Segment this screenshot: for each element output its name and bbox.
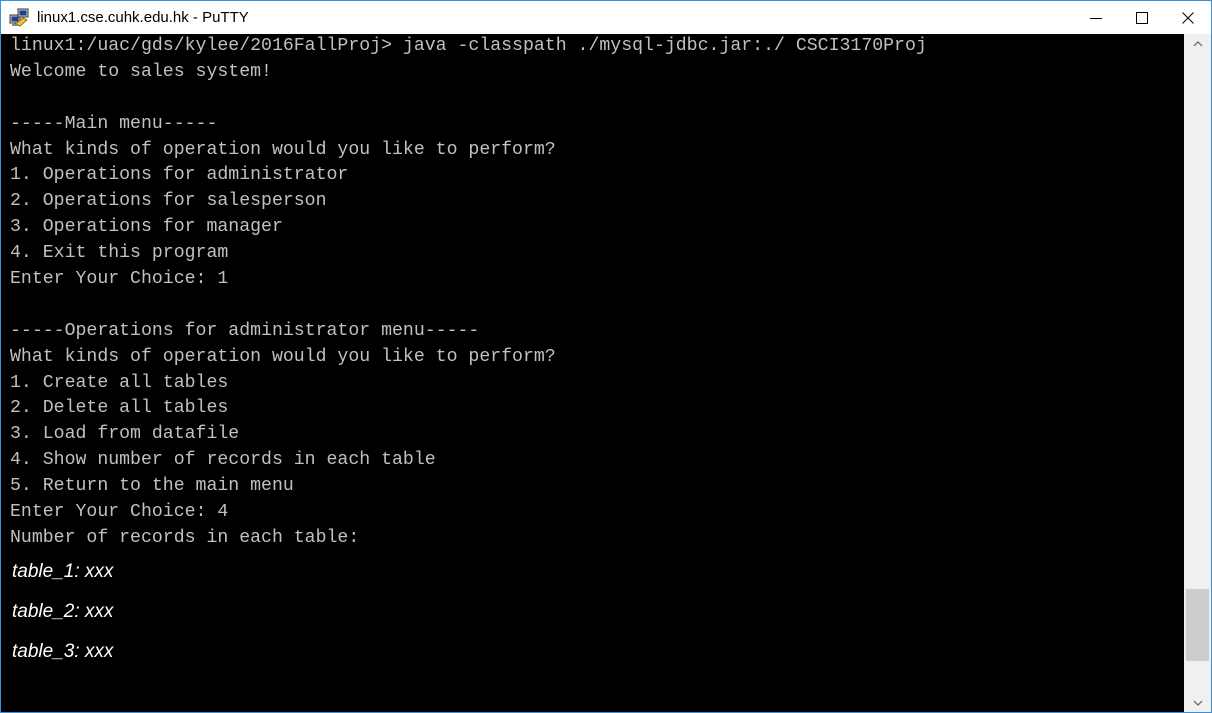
title-bar[interactable]: linux1.cse.cuhk.edu.hk - PuTTY (1, 1, 1211, 34)
terminal-line: 1. Create all tables (10, 372, 229, 393)
terminal-line: 2. Delete all tables (10, 398, 229, 419)
maximize-button[interactable] (1119, 1, 1165, 34)
terminal-line: -----Main menu----- (10, 113, 218, 134)
table-count-line: table_1: xxx (12, 560, 114, 582)
terminal-line: -----Operations for administrator menu--… (10, 320, 480, 341)
minimize-button[interactable] (1073, 1, 1119, 34)
scroll-down-arrow-icon (1193, 700, 1202, 706)
terminal-table-counts: table_1: xxx table_2: xxx table_3: xxx (1, 552, 1184, 672)
terminal-line: Enter Your Choice: 4 (10, 502, 229, 523)
terminal-line: 2. Operations for salesperson (10, 191, 327, 212)
putty-window: linux1.cse.cuhk.edu.hk - PuTTY linux1:/u… (0, 0, 1212, 713)
close-button[interactable] (1165, 1, 1211, 34)
terminal-line: 5. Return to the main menu (10, 476, 294, 497)
scroll-up-arrow-icon (1193, 41, 1202, 47)
terminal-line: 4. Exit this program (10, 243, 229, 264)
terminal-line: linux1:/uac/gds/kylee/2016FallProj> java… (10, 36, 927, 56)
maximize-icon (1136, 11, 1148, 24)
scroll-up-button[interactable] (1184, 34, 1211, 54)
terminal-line: Welcome to sales system! (10, 61, 272, 82)
terminal-line: What kinds of operation would you like t… (10, 346, 556, 367)
vertical-scrollbar[interactable] (1184, 34, 1211, 712)
putty-icon[interactable] (9, 8, 31, 28)
terminal-lines: linux1:/uac/gds/kylee/2016FallProj> java… (1, 34, 1184, 552)
terminal-line: 1. Operations for administrator (10, 165, 349, 186)
scroll-thumb[interactable] (1186, 589, 1209, 661)
terminal-line: 3. Operations for manager (10, 217, 283, 238)
minimize-icon (1090, 17, 1102, 19)
close-icon (1182, 11, 1194, 24)
terminal-output[interactable]: linux1:/uac/gds/kylee/2016FallProj> java… (1, 34, 1184, 712)
terminal-line: Number of records in each table: (10, 527, 360, 548)
table-count-line: table_2: xxx (12, 600, 114, 622)
scroll-down-button[interactable] (1184, 693, 1211, 712)
terminal-line: 3. Load from datafile (10, 424, 240, 445)
terminal-line: 4. Show number of records in each table (10, 450, 436, 471)
terminal-line: Enter Your Choice: 1 (10, 269, 229, 290)
window-title: linux1.cse.cuhk.edu.hk - PuTTY (37, 9, 249, 26)
terminal-line: What kinds of operation would you like t… (10, 139, 556, 160)
table-count-line: table_3: xxx (12, 640, 114, 662)
window-controls (1073, 1, 1211, 34)
